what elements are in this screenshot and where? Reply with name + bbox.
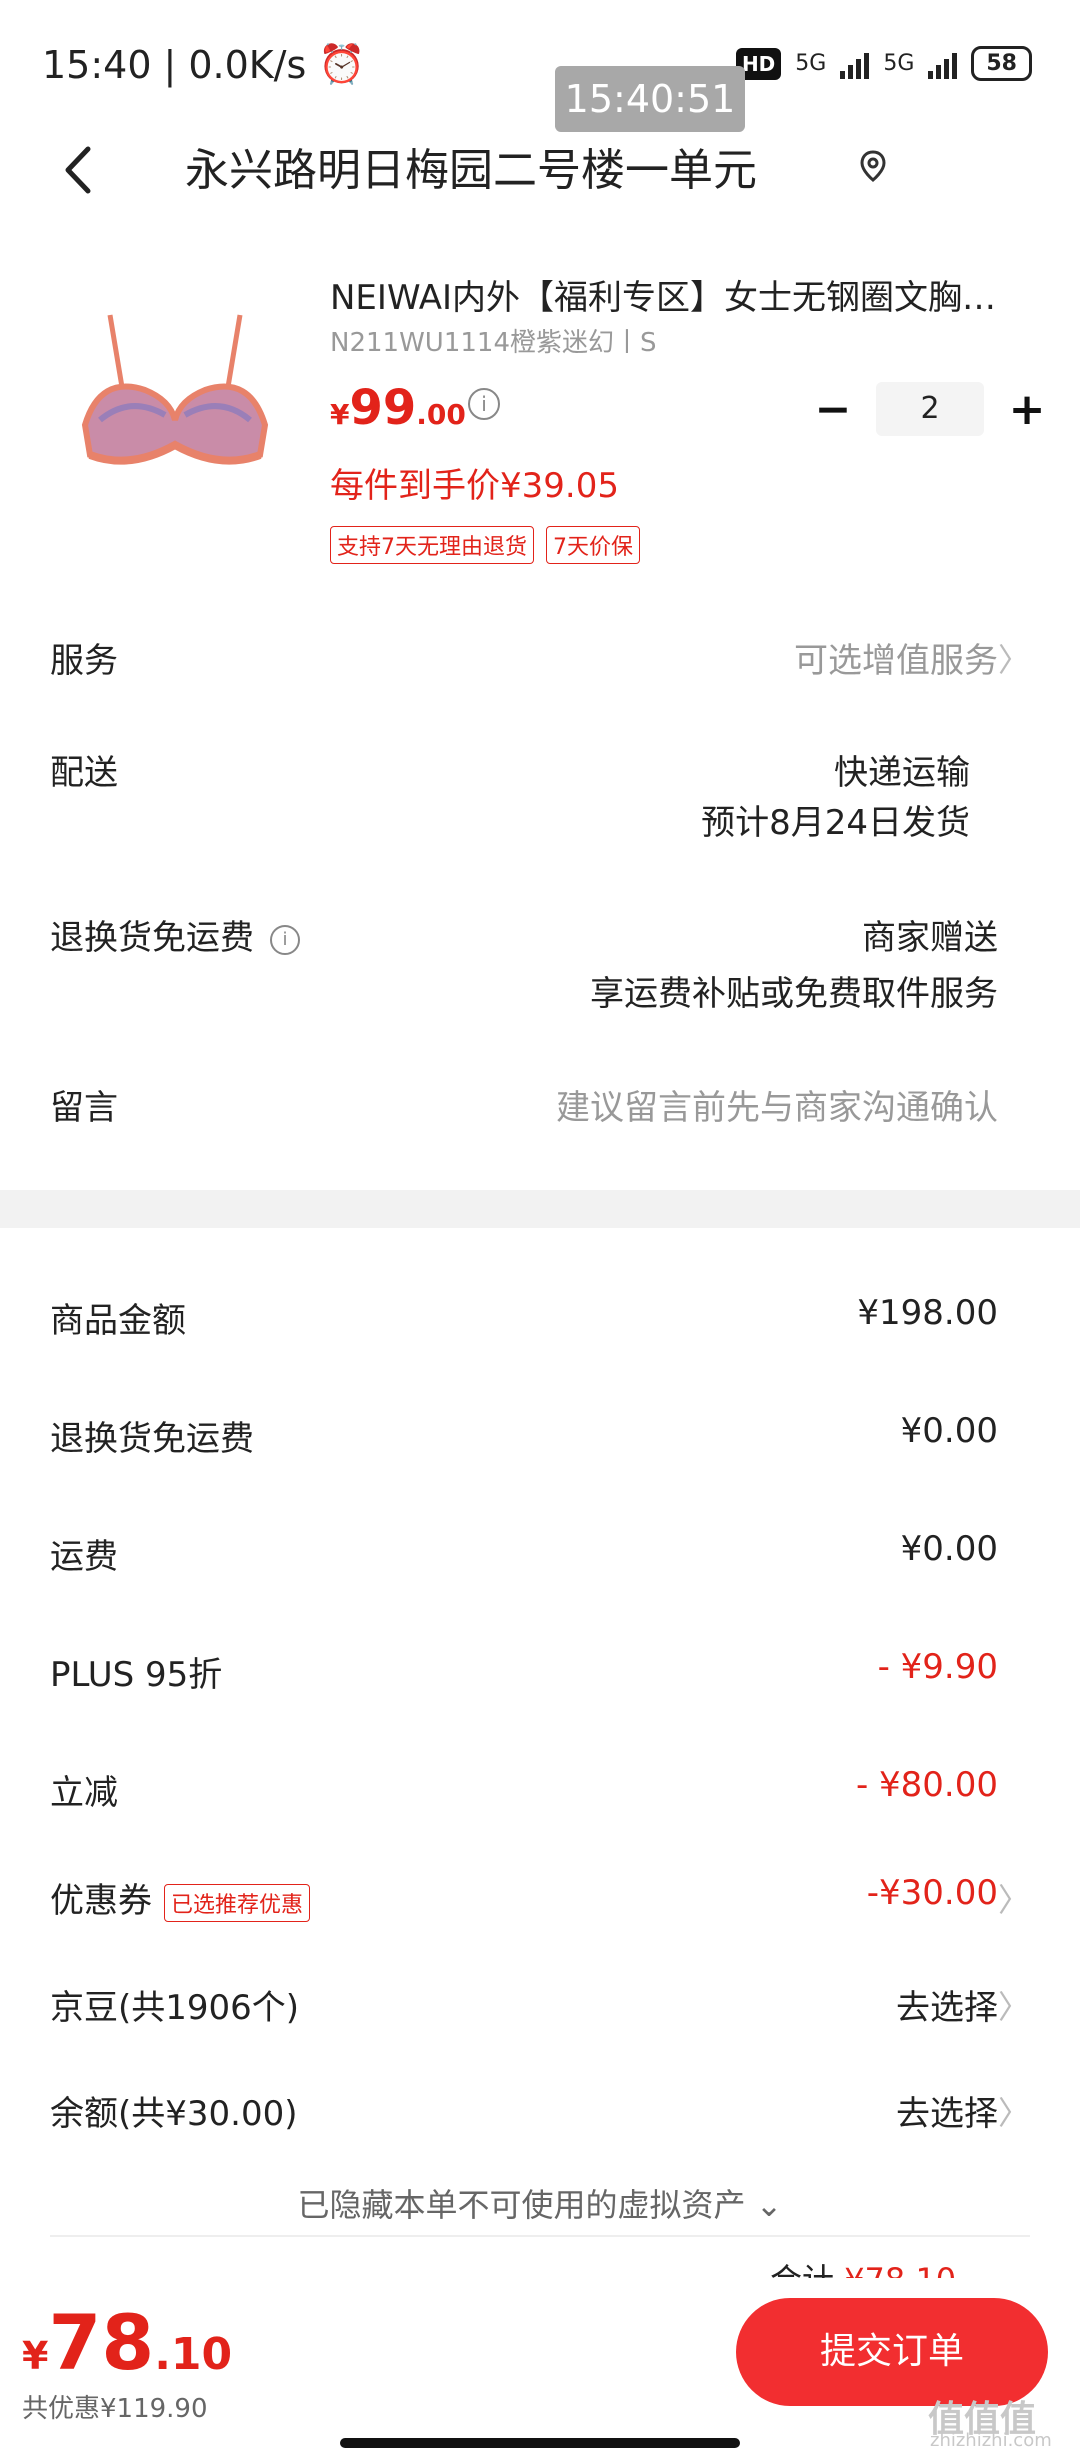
network-label-2: 5G — [883, 51, 915, 76]
service-value: 可选增值服务 — [794, 641, 998, 681]
alarm-icon: ⏰ — [318, 42, 366, 86]
return-detail: 享运费补贴或免费取件服务 — [590, 974, 998, 1014]
home-indicator[interactable] — [340, 2438, 740, 2448]
chevron-left-icon — [65, 146, 91, 194]
section-gap — [0, 1190, 1080, 1228]
quantity-input[interactable]: 2 — [876, 382, 984, 436]
product-price: ¥ 99 .00 — [330, 380, 466, 436]
signal-icon — [840, 49, 870, 79]
product-sku: N211WU1114橙紫迷幻丨S — [330, 328, 657, 358]
battery-icon: 58 — [971, 46, 1032, 81]
product-title[interactable]: NEIWAI内外【福利专区】女士无钢圈文胸… — [330, 270, 1040, 319]
each-price: 每件到手价¥39.05 — [330, 466, 619, 506]
delivery-date: 预计8月24日发货 — [701, 803, 970, 843]
status-left: 15:40 | 0.0K/s ⏰ — [42, 42, 366, 87]
delivery-address[interactable]: 永兴路明日梅园二号楼一单元 — [185, 134, 757, 198]
total-saved: 共优惠¥119.90 — [22, 2394, 208, 2424]
status-time: 15:40 — [42, 42, 152, 87]
watermark-sub: zhizhizhi.com — [930, 2430, 1052, 2451]
header: 永兴路明日梅园二号楼一单元 — [0, 130, 1080, 210]
signal-icon-2 — [928, 49, 958, 79]
bottom-bar: ¥ 78 .10 共优惠¥119.90 提交订单 — [0, 2278, 1080, 2460]
tag-price-protect: 7天价保 — [546, 526, 640, 564]
tag-return: 支持7天无理由退货 — [330, 526, 534, 564]
summary-card: 商品金额 ¥198.00 退换货免运费 ¥0.00 运费 ¥0.00 PLUS … — [0, 1228, 1080, 2278]
back-button[interactable] — [52, 130, 102, 210]
quantity-stepper: − 2 + — [808, 382, 1052, 436]
message-input[interactable]: 建议留言前先与商家沟通确认 — [556, 1080, 998, 1129]
network-speed: 0.0K/s — [188, 42, 307, 87]
delivery-value: 快递运输 — [834, 753, 970, 793]
coupon-badge: 已选推荐优惠 — [164, 1883, 311, 1922]
chevron-right-icon: 〉 — [997, 641, 1030, 679]
status-right: HD 5G 5G 58 — [735, 46, 1032, 81]
status-bar: 15:40 | 0.0K/s ⏰ HD 5G 5G 58 — [0, 0, 1080, 130]
return-value: 商家赠送 — [862, 918, 998, 958]
hidden-assets-toggle[interactable]: 已隐藏本单不可使用的虚拟资产 ⌄ — [0, 2180, 1080, 2226]
info-icon[interactable]: i — [270, 924, 300, 955]
chevron-right-icon: 〉 — [997, 1988, 1030, 2026]
price-info-icon[interactable]: i — [468, 388, 500, 420]
product-tags: 支持7天无理由退货 7天价保 — [330, 526, 640, 564]
screenshot-time-badge: 15:40:51 — [555, 66, 745, 132]
decrease-button[interactable]: − — [808, 384, 858, 435]
chevron-right-icon: 〉 — [997, 1881, 1030, 1919]
order-card: NEIWAI内外【福利专区】女士无钢圈文胸… N211WU1114橙紫迷幻丨S … — [0, 230, 1080, 1190]
product-image[interactable] — [70, 295, 280, 505]
location-icon[interactable] — [860, 150, 886, 190]
divider — [50, 2235, 1030, 2237]
total-price: ¥ 78 .10 — [22, 2298, 233, 2387]
chevron-right-icon: 〉 — [997, 2094, 1030, 2132]
increase-button[interactable]: + — [1002, 384, 1052, 435]
network-label-1: 5G — [795, 51, 827, 76]
